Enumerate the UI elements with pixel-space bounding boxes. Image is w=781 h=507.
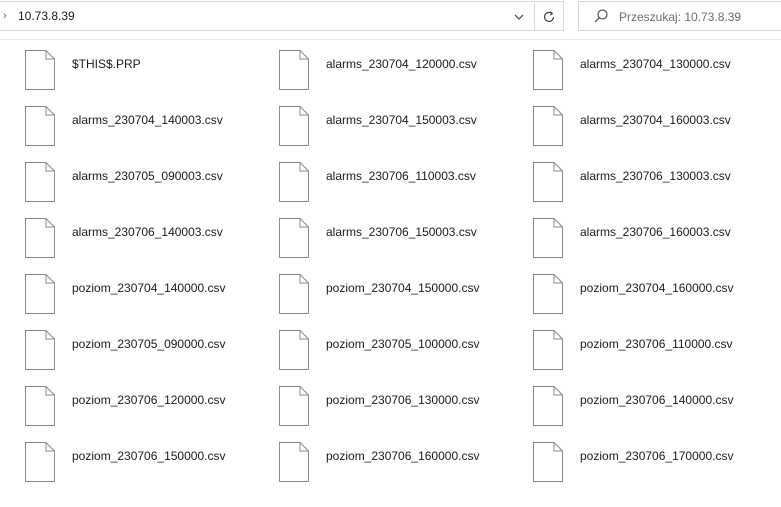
blank-document-icon	[24, 105, 56, 147]
blank-document-icon	[278, 161, 310, 203]
blank-document-icon	[24, 273, 56, 315]
file-name: alarms_230706_110003.csv	[326, 169, 476, 183]
address-path[interactable]: 10.73.8.39	[18, 9, 75, 23]
file-item[interactable]: alarms_230704_150003.csv	[274, 101, 528, 157]
file-name: alarms_230705_090003.csv	[72, 169, 223, 183]
file-name: alarms_230706_160003.csv	[580, 225, 731, 239]
blank-document-icon	[278, 273, 310, 315]
file-name: $THIS$.PRP	[72, 57, 141, 71]
file-item[interactable]: alarms_230706_150003.csv	[274, 213, 528, 269]
file-name: poziom_230706_170000.csv	[580, 449, 734, 463]
file-name: poziom_230706_140000.csv	[580, 393, 734, 407]
file-name: alarms_230704_150003.csv	[326, 113, 477, 127]
blank-document-icon	[532, 49, 564, 91]
file-item[interactable]: poziom_230706_120000.csv	[20, 381, 274, 437]
file-item[interactable]: alarms_230706_140003.csv	[20, 213, 274, 269]
refresh-button[interactable]	[534, 3, 563, 31]
file-item[interactable]: poziom_230706_160000.csv	[274, 437, 528, 493]
blank-document-icon	[24, 49, 56, 91]
file-item[interactable]: alarms_230706_110003.csv	[274, 157, 528, 213]
blank-document-icon	[24, 161, 56, 203]
file-item[interactable]: alarms_230706_130003.csv	[528, 157, 781, 213]
refresh-icon	[543, 11, 555, 23]
file-item[interactable]: alarms_230704_160003.csv	[528, 101, 781, 157]
file-name: poziom_230704_140000.csv	[72, 281, 226, 295]
file-item[interactable]: alarms_230704_140003.csv	[20, 101, 274, 157]
blank-document-icon	[278, 49, 310, 91]
file-item[interactable]: poziom_230706_150000.csv	[20, 437, 274, 493]
file-name: poziom_230705_090000.csv	[72, 337, 226, 351]
blank-document-icon	[278, 385, 310, 427]
file-name: poziom_230705_100000.csv	[326, 337, 480, 351]
address-bar[interactable]: › 10.73.8.39	[0, 1, 564, 31]
blank-document-icon	[24, 385, 56, 427]
file-item[interactable]: poziom_230706_130000.csv	[274, 381, 528, 437]
file-name: poziom_230706_120000.csv	[72, 393, 226, 407]
blank-document-icon	[532, 441, 564, 483]
file-grid: $THIS$.PRP alarms_230704_120000.csv alar…	[20, 45, 781, 493]
file-name: alarms_230704_120000.csv	[326, 57, 477, 71]
file-item[interactable]: poziom_230706_140000.csv	[528, 381, 781, 437]
blank-document-icon	[532, 217, 564, 259]
search-input[interactable]	[619, 8, 779, 25]
file-item[interactable]: alarms_230704_120000.csv	[274, 45, 528, 101]
file-item[interactable]: poziom_230704_140000.csv	[20, 269, 274, 325]
file-item[interactable]: poziom_230706_170000.csv	[528, 437, 781, 493]
file-name: alarms_230706_150003.csv	[326, 225, 477, 239]
divider	[0, 39, 781, 40]
file-name: poziom_230706_130000.csv	[326, 393, 480, 407]
file-name: poziom_230706_150000.csv	[72, 449, 226, 463]
toolbar: › 10.73.8.39	[0, 0, 781, 33]
blank-document-icon	[532, 105, 564, 147]
file-name: alarms_230704_160003.csv	[580, 113, 731, 127]
file-item[interactable]: alarms_230706_160003.csv	[528, 213, 781, 269]
chevron-down-icon[interactable]	[508, 3, 530, 31]
blank-document-icon	[24, 217, 56, 259]
file-name: alarms_230704_130000.csv	[580, 57, 731, 71]
file-item[interactable]: poziom_230704_160000.csv	[528, 269, 781, 325]
blank-document-icon	[532, 273, 564, 315]
chevron-right-icon[interactable]: ›	[3, 10, 13, 22]
file-item[interactable]: poziom_230705_090000.csv	[20, 325, 274, 381]
file-item[interactable]: poziom_230704_150000.csv	[274, 269, 528, 325]
file-name: poziom_230706_160000.csv	[326, 449, 480, 463]
blank-document-icon	[532, 329, 564, 371]
blank-document-icon	[278, 329, 310, 371]
file-item[interactable]: poziom_230706_110000.csv	[528, 325, 781, 381]
file-item[interactable]: poziom_230705_100000.csv	[274, 325, 528, 381]
blank-document-icon	[24, 329, 56, 371]
file-name: alarms_230706_130003.csv	[580, 169, 731, 183]
blank-document-icon	[24, 441, 56, 483]
blank-document-icon	[278, 217, 310, 259]
file-item[interactable]: alarms_230704_130000.csv	[528, 45, 781, 101]
blank-document-icon	[532, 161, 564, 203]
file-item[interactable]: alarms_230705_090003.csv	[20, 157, 274, 213]
blank-document-icon	[532, 385, 564, 427]
search-icon	[593, 8, 609, 24]
file-name: alarms_230704_140003.csv	[72, 113, 223, 127]
blank-document-icon	[278, 441, 310, 483]
file-name: poziom_230704_150000.csv	[326, 281, 480, 295]
file-name: alarms_230706_140003.csv	[72, 225, 223, 239]
blank-document-icon	[278, 105, 310, 147]
file-name: poziom_230704_160000.csv	[580, 281, 734, 295]
search-box[interactable]	[578, 1, 781, 31]
file-item[interactable]: $THIS$.PRP	[20, 45, 274, 101]
file-name: poziom_230706_110000.csv	[580, 337, 733, 351]
